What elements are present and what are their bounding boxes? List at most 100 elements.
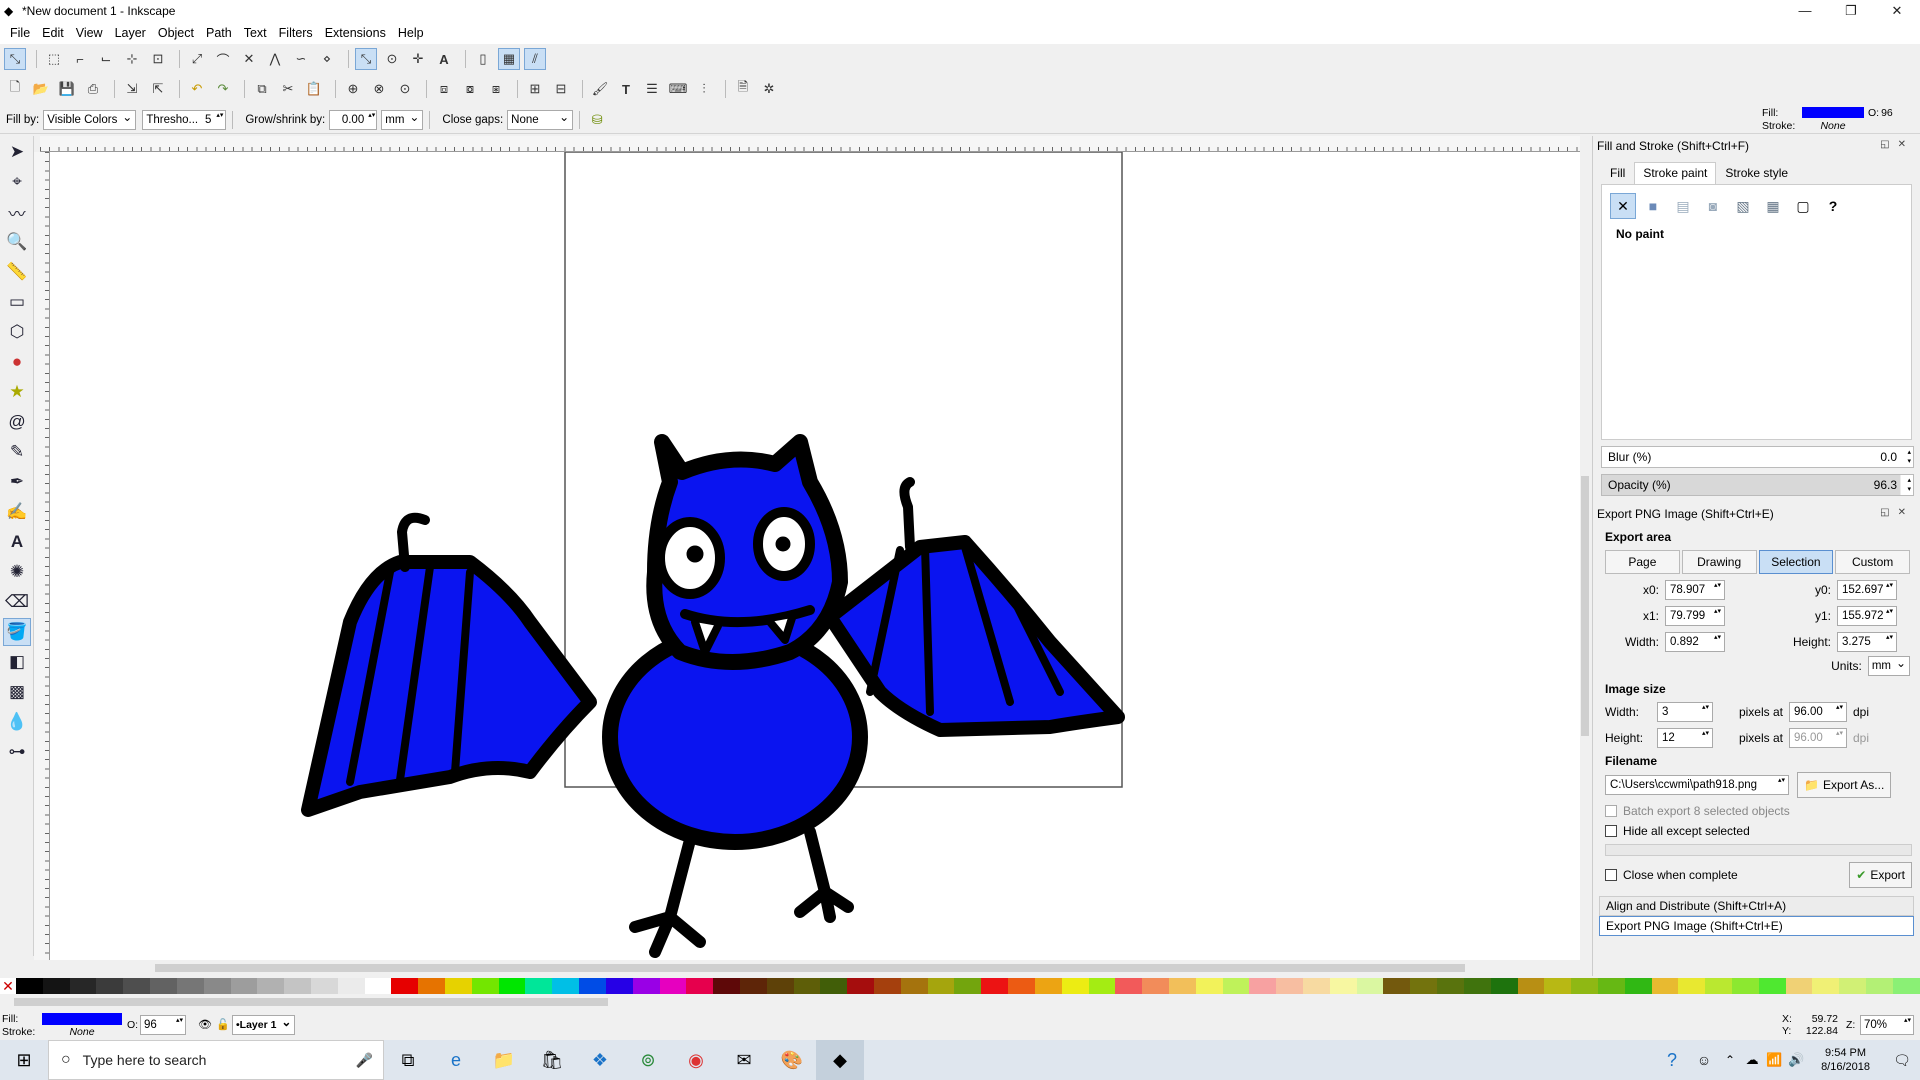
- palette-swatch[interactable]: [69, 978, 97, 994]
- store-icon[interactable]: 🛍: [528, 1040, 576, 1080]
- menu-object[interactable]: Object: [152, 22, 200, 44]
- action-center-icon[interactable]: 🗨: [1884, 1040, 1920, 1080]
- area-drawing-button[interactable]: Drawing: [1681, 550, 1757, 574]
- palette-swatch[interactable]: [1329, 978, 1357, 994]
- preferences-icon[interactable]: ✲: [758, 78, 780, 100]
- palette-swatch[interactable]: [1383, 978, 1411, 994]
- palette-swatch[interactable]: [445, 978, 472, 994]
- palette-swatch[interactable]: [632, 978, 660, 994]
- cut-icon[interactable]: ✂: [277, 78, 299, 100]
- calligraphy-tool-icon[interactable]: ✍: [3, 498, 31, 526]
- palette-swatch[interactable]: [713, 978, 740, 994]
- palette-swatch[interactable]: [1758, 978, 1786, 994]
- palette-swatch[interactable]: [605, 978, 633, 994]
- palette-swatch[interactable]: [1785, 978, 1813, 994]
- new-document-icon[interactable]: 🗋: [4, 78, 26, 100]
- menu-text[interactable]: Text: [238, 22, 273, 44]
- close-window-button[interactable]: ✕: [1874, 0, 1920, 22]
- tab-fill[interactable]: Fill: [1601, 162, 1634, 184]
- mail-icon[interactable]: ✉: [720, 1040, 768, 1080]
- snap-center-icon[interactable]: ⊙: [381, 48, 403, 70]
- text-tool-icon[interactable]: A: [3, 528, 31, 556]
- flat-color-icon[interactable]: ■: [1640, 193, 1666, 219]
- style-fill-swatch[interactable]: [1802, 107, 1864, 118]
- menu-view[interactable]: View: [70, 22, 109, 44]
- duplicate-icon[interactable]: ⧈: [433, 78, 455, 100]
- snap-bbox-edge-icon[interactable]: ⌐: [69, 48, 91, 70]
- palette-swatch[interactable]: [552, 978, 580, 994]
- pattern-icon[interactable]: ▦: [1760, 193, 1786, 219]
- palette-swatch[interactable]: [1678, 978, 1706, 994]
- taskbar-clock[interactable]: 9:54 PM 8/16/2018: [1821, 1046, 1870, 1074]
- palette-swatch[interactable]: [820, 978, 848, 994]
- people-icon[interactable]: ☺: [1689, 1040, 1719, 1080]
- snap-cusp-icon[interactable]: ⋀: [264, 48, 286, 70]
- print-icon[interactable]: ⎙: [82, 78, 104, 100]
- ungroup-icon[interactable]: ⊟: [550, 78, 572, 100]
- snap-others-icon[interactable]: ⤡: [355, 48, 377, 70]
- palette-swatch[interactable]: [337, 978, 365, 994]
- palette-swatch[interactable]: [1463, 978, 1491, 994]
- palette-swatch[interactable]: [1490, 978, 1518, 994]
- panel-close-icon[interactable]: ◱✕: [1880, 139, 1914, 150]
- palette-swatch[interactable]: [257, 978, 285, 994]
- area-page-button[interactable]: Page: [1605, 550, 1680, 574]
- snap-nodes-icon[interactable]: ⤢: [186, 48, 208, 70]
- gradient-tool-icon[interactable]: ◧: [3, 648, 31, 676]
- paste-icon[interactable]: 📋: [303, 78, 325, 100]
- horizontal-scroll-thumb[interactable]: [155, 964, 1465, 972]
- file-explorer-icon[interactable]: 📁: [480, 1040, 528, 1080]
- drawing-canvas[interactable]: [50, 152, 1580, 960]
- rectangle-tool-icon[interactable]: ▭: [3, 288, 31, 316]
- snap-page-icon[interactable]: ▯: [472, 48, 494, 70]
- blur-slider[interactable]: Blur (%) 0.0 ▴ ▾: [1601, 446, 1914, 468]
- document-properties-icon[interactable]: 🗎: [732, 78, 754, 100]
- snap-grid-icon[interactable]: ▦: [498, 48, 520, 70]
- clone-icon[interactable]: ⧇: [459, 78, 481, 100]
- palette-none-icon[interactable]: ✕: [0, 978, 16, 994]
- snap-bbox-corner-icon[interactable]: ⌙: [95, 48, 117, 70]
- help-icon[interactable]: ?: [1655, 1040, 1689, 1080]
- palette-swatch[interactable]: [230, 978, 258, 994]
- palette-swatch[interactable]: [954, 978, 982, 994]
- palette-swatch[interactable]: [1732, 978, 1759, 994]
- close-gaps-dropdown[interactable]: None: [507, 108, 574, 130]
- menu-path[interactable]: Path: [200, 22, 238, 44]
- task-view-icon[interactable]: ⧉: [384, 1040, 432, 1080]
- tab-stroke-paint[interactable]: Stroke paint: [1634, 162, 1717, 184]
- linear-gradient-icon[interactable]: ▤: [1670, 193, 1696, 219]
- horizontal-scrollbar[interactable]: [50, 960, 1580, 976]
- eraser-tool-icon[interactable]: ⌫: [3, 588, 31, 616]
- y1-input[interactable]: 155.972: [1837, 606, 1897, 626]
- palette-swatch[interactable]: [1303, 978, 1330, 994]
- snap-guide-icon[interactable]: ⫽: [524, 48, 546, 70]
- menu-layer[interactable]: Layer: [109, 22, 152, 44]
- layers-dialog-icon[interactable]: ☰: [641, 78, 663, 100]
- tripadvisor-icon[interactable]: ⊚: [624, 1040, 672, 1080]
- open-icon[interactable]: 📂: [30, 78, 52, 100]
- x0-input[interactable]: 78.907: [1665, 580, 1725, 600]
- minimize-button[interactable]: —: [1782, 0, 1828, 22]
- export-button[interactable]: ✔ Export: [1849, 862, 1912, 888]
- dpi-input[interactable]: 96.00: [1789, 702, 1847, 722]
- palette-swatch[interactable]: [1812, 978, 1840, 994]
- align-dialog-icon[interactable]: ⫶: [693, 78, 715, 100]
- taskbar-search-box[interactable]: ○ Type here to search 🎤: [48, 1040, 384, 1080]
- palette-swatch[interactable]: [364, 978, 392, 994]
- copy-icon[interactable]: ⧉: [251, 78, 273, 100]
- palette-swatch[interactable]: [847, 978, 874, 994]
- y0-input[interactable]: 152.697: [1837, 580, 1897, 600]
- palette-swatch[interactable]: [927, 978, 955, 994]
- spiral-tool-icon[interactable]: @: [3, 408, 31, 436]
- palette-swatch[interactable]: [766, 978, 794, 994]
- pencil-tool-icon[interactable]: ✎: [3, 438, 31, 466]
- vertical-ruler[interactable]: [34, 152, 50, 960]
- close-when-complete-checkbox[interactable]: [1605, 869, 1617, 881]
- network-icon[interactable]: 📶: [1763, 1040, 1785, 1080]
- menu-edit[interactable]: Edit: [36, 22, 70, 44]
- snap-bbox-center-icon[interactable]: ⊡: [147, 48, 169, 70]
- palette-swatch[interactable]: [1008, 978, 1035, 994]
- inkscape-taskbar-icon[interactable]: ◆: [816, 1040, 864, 1080]
- dropper-tool-icon[interactable]: 💧: [3, 708, 31, 736]
- zoom-input[interactable]: 70%: [1860, 1015, 1914, 1035]
